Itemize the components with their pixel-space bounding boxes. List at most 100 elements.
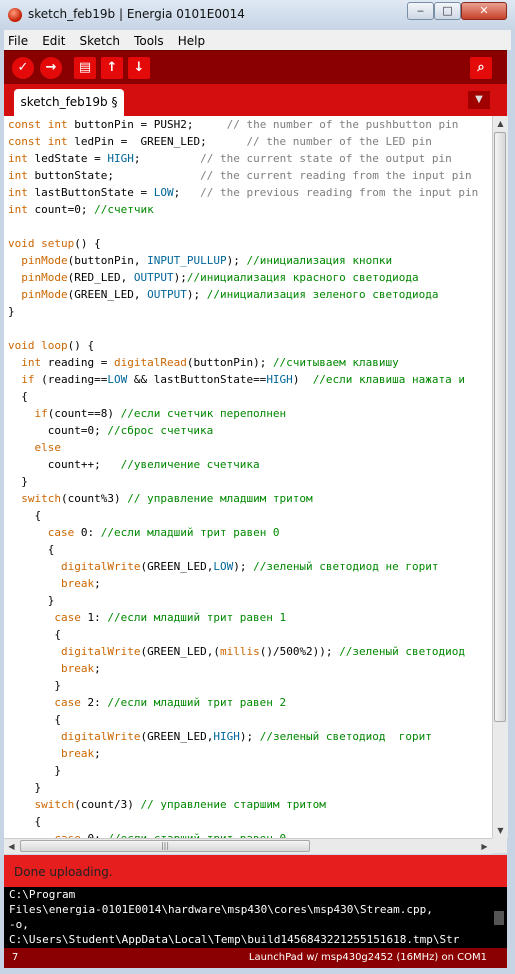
code-token: { (8, 543, 55, 556)
console-output[interactable]: C:\Program Files\energia-0101E0014\hardw… (4, 887, 492, 948)
code-line[interactable]: { (4, 711, 492, 728)
code-line[interactable]: const int buttonPin = PUSH2; // the numb… (4, 116, 492, 133)
code-line[interactable]: break; (4, 575, 492, 592)
scroll-up-arrow-icon[interactable]: ▲ (493, 116, 508, 131)
verify-button[interactable]: ✓ (12, 57, 34, 79)
code-token: (count/3) (74, 798, 141, 811)
minimize-button[interactable]: ‒ (407, 2, 434, 20)
code-line[interactable]: } (4, 779, 492, 796)
code-line[interactable]: pinMode(GREEN_LED, OUTPUT); //инициализа… (4, 286, 492, 303)
code-line[interactable]: } (4, 473, 492, 490)
code-line[interactable]: digitalWrite(GREEN_LED,(millis()/500%2))… (4, 643, 492, 660)
vertical-scroll-thumb[interactable] (494, 132, 506, 722)
title-bar: sketch_feb19b | Energia 0101E0014 ‒ □ ✕ (0, 0, 515, 31)
code-line[interactable]: int reading = digitalRead(buttonPin); //… (4, 354, 492, 371)
code-line[interactable]: digitalWrite(GREEN_LED,HIGH); //зеленый … (4, 728, 492, 745)
code-line[interactable]: int ledState = HIGH; // the current stat… (4, 150, 492, 167)
code-line[interactable]: int buttonState; // the current reading … (4, 167, 492, 184)
code-line[interactable]: int lastButtonState = LOW; // the previo… (4, 184, 492, 201)
code-token: () { (67, 339, 95, 352)
code-keyword: digitalWrite (60, 645, 141, 658)
scroll-down-arrow-icon[interactable]: ▼ (493, 823, 508, 838)
code-line[interactable]: { (4, 813, 492, 830)
code-line[interactable]: case 0: //если младший трит равен 0 (4, 524, 492, 541)
horizontal-scroll-thumb[interactable]: ||| (20, 840, 310, 852)
console-scrollbar[interactable] (492, 887, 507, 948)
code-line[interactable]: else (4, 439, 492, 456)
menu-tools[interactable]: Tools (130, 32, 169, 48)
code-text[interactable]: const int buttonPin = PUSH2; // the numb… (4, 116, 492, 838)
code-keyword: pinMode (21, 288, 68, 301)
tab-sketch[interactable]: sketch_feb19b § (14, 89, 124, 116)
menu-sketch[interactable]: Sketch (76, 32, 125, 48)
open-sketch-button[interactable]: ↑ (101, 57, 123, 79)
code-line[interactable] (4, 218, 492, 235)
tab-menu-chevron-icon[interactable]: ▼ (468, 91, 490, 109)
code-line[interactable]: case 1: //если младший трит равен 1 (4, 609, 492, 626)
code-constant: HIGH (213, 730, 240, 743)
code-line[interactable]: } (4, 303, 492, 320)
code-editor[interactable]: const int buttonPin = PUSH2; // the numb… (4, 116, 492, 838)
code-constant: LOW (107, 373, 128, 386)
code-comment: //инициализация зеленого светодиода (206, 288, 439, 301)
code-line[interactable]: switch(count%3) // управление младшим тр… (4, 490, 492, 507)
code-line[interactable]: count=0; //сброс счетчика (4, 422, 492, 439)
menu-help[interactable]: Help (174, 32, 210, 48)
code-line[interactable]: } (4, 592, 492, 609)
serial-monitor-button[interactable]: ⌕ (470, 57, 492, 79)
code-line[interactable]: break; (4, 745, 492, 762)
line-number: 7 (12, 952, 19, 963)
code-line[interactable]: if (reading==LOW && lastButtonState==HIG… (4, 371, 492, 388)
code-comment: //зеленый светодиод (339, 645, 466, 658)
code-token: reading = (41, 356, 114, 369)
maximize-button[interactable]: □ (434, 2, 461, 20)
save-sketch-button[interactable]: ↓ (128, 57, 150, 79)
code-line[interactable]: pinMode(buttonPin, INPUT_PULLUP); //иниц… (4, 252, 492, 269)
new-sketch-button[interactable]: ▤ (74, 57, 96, 79)
code-line[interactable]: } (4, 677, 492, 694)
code-line[interactable]: { (4, 626, 492, 643)
code-line[interactable]: pinMode(RED_LED, OUTPUT);//инициализация… (4, 269, 492, 286)
horizontal-scrollbar[interactable]: ◀ ||| ▶ (4, 838, 492, 854)
code-keyword: pinMode (21, 271, 68, 284)
code-line[interactable]: } (4, 762, 492, 779)
code-line[interactable]: { (4, 507, 492, 524)
code-token: count=0; (27, 203, 95, 216)
scroll-left-arrow-icon[interactable]: ◀ (4, 839, 19, 854)
vertical-scrollbar[interactable]: ▲ ▼ (492, 116, 508, 838)
code-line[interactable]: if(count==8) //если счетчик переполнен (4, 405, 492, 422)
close-button[interactable]: ✕ (461, 2, 507, 20)
code-line[interactable]: break; (4, 660, 492, 677)
console-scroll-thumb[interactable] (494, 911, 504, 925)
code-line[interactable]: case 2: //если младший трит равен 2 (4, 694, 492, 711)
menu-edit[interactable]: Edit (38, 32, 70, 48)
code-token: ); (239, 730, 260, 743)
code-keyword: switch (21, 492, 61, 505)
code-line[interactable]: case 0: //если старший трит равен 0 (4, 830, 492, 838)
scroll-right-arrow-icon[interactable]: ▶ (477, 839, 492, 854)
code-line[interactable]: void setup() { (4, 235, 492, 252)
menu-file[interactable]: File (4, 32, 33, 48)
code-line[interactable]: { (4, 388, 492, 405)
code-line[interactable]: void loop() { (4, 337, 492, 354)
code-line[interactable]: const int ledPin = GREEN_LED; // the num… (4, 133, 492, 150)
code-token: ledState = (27, 152, 108, 165)
code-constant: HIGH (107, 152, 134, 165)
upload-button[interactable]: → (40, 57, 62, 79)
code-line[interactable] (4, 320, 492, 337)
code-keyword: case (54, 611, 81, 624)
code-keyword: break (60, 747, 95, 760)
code-line[interactable]: int count=0; //счетчик (4, 201, 492, 218)
code-line[interactable]: switch(count/3) // управление старшим тр… (4, 796, 492, 813)
code-line[interactable]: count++; //увеличение счетчика (4, 456, 492, 473)
code-line[interactable]: { (4, 541, 492, 558)
code-keyword: break (60, 577, 95, 590)
code-line[interactable]: digitalWrite(GREEN_LED,LOW); //зеленый с… (4, 558, 492, 575)
